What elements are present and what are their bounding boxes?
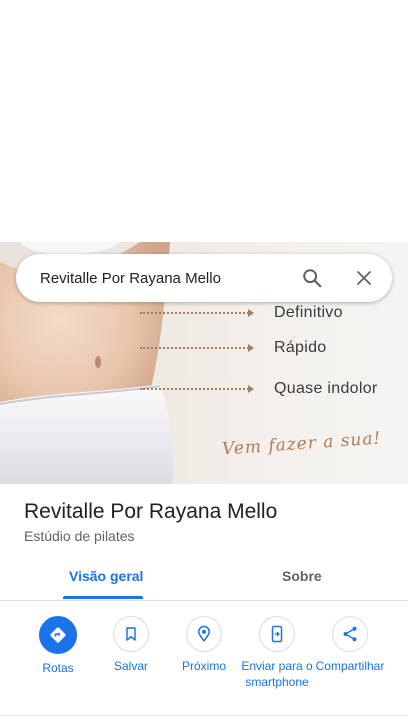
nearby-icon bbox=[186, 616, 222, 652]
action-label: Salvar bbox=[113, 659, 148, 673]
save-button[interactable]: Salvar bbox=[93, 616, 169, 674]
search-bar[interactable]: Revitalle Por Rayana Mello bbox=[16, 254, 392, 302]
send-to-phone-icon bbox=[259, 616, 295, 652]
tab-about[interactable]: Sobre bbox=[282, 568, 322, 584]
feature-label: Rápido bbox=[274, 339, 327, 356]
feature-row-quase-indolor: Quase indolor bbox=[140, 380, 378, 398]
tab-bar: Visão geral Sobre bbox=[0, 560, 408, 601]
share-button[interactable]: Compartilhar bbox=[312, 616, 388, 674]
action-buttons: Rotas Salvar Próximo Enviar para o smart… bbox=[0, 616, 408, 716]
bookmark-icon bbox=[113, 616, 149, 652]
divider bbox=[0, 715, 408, 716]
action-label: Rotas bbox=[42, 661, 74, 675]
active-tab-indicator bbox=[63, 596, 143, 599]
search-icon[interactable] bbox=[300, 266, 324, 290]
action-label: Enviar para o smartphone bbox=[241, 659, 313, 689]
directions-button[interactable]: Rotas bbox=[20, 616, 96, 676]
feature-label: Definitivo bbox=[274, 304, 343, 321]
feature-row-definitivo: Definitivo bbox=[140, 304, 343, 322]
place-title: Revitalle Por Rayana Mello bbox=[24, 500, 278, 523]
send-to-phone-button[interactable]: Enviar para o smartphone bbox=[239, 616, 315, 690]
feature-label: Quase indolor bbox=[274, 380, 378, 397]
search-query[interactable]: Revitalle Por Rayana Mello bbox=[40, 270, 300, 287]
share-icon bbox=[332, 616, 368, 652]
feature-row-rapido: Rápido bbox=[140, 339, 327, 357]
dotted-arrow-icon bbox=[140, 385, 254, 393]
tab-overview[interactable]: Visão geral bbox=[69, 568, 143, 584]
directions-icon bbox=[39, 616, 77, 654]
dotted-arrow-icon bbox=[140, 344, 254, 352]
close-icon[interactable] bbox=[352, 266, 376, 290]
dotted-arrow-icon bbox=[140, 309, 254, 317]
action-label: Próximo bbox=[181, 659, 226, 673]
nearby-button[interactable]: Próximo bbox=[166, 616, 242, 674]
place-category[interactable]: Estúdio de pilates bbox=[24, 528, 135, 544]
map-area[interactable] bbox=[0, 0, 408, 242]
action-label: Compartilhar bbox=[315, 659, 385, 673]
